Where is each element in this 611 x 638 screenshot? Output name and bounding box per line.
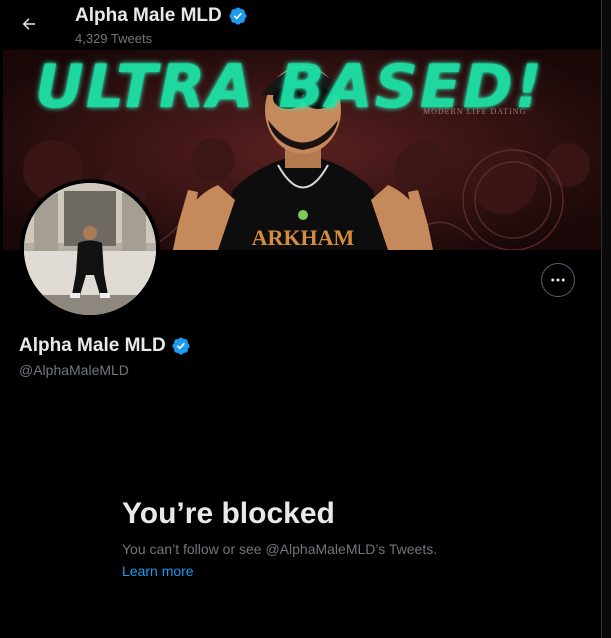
arrow-left-icon [22,18,35,30]
scrollbar-track[interactable] [601,0,611,638]
profile-name-row: Alpha Male MLD [19,335,191,357]
avatar-image [24,183,156,315]
more-options-button[interactable] [541,263,575,297]
blocked-title: You’re blocked [122,497,335,530]
profile-handle: @AlphaMaleMLD [19,362,129,378]
back-button[interactable] [12,7,46,41]
top-header: Alpha Male MLD 4,329 Tweets [0,0,602,50]
verified-badge-icon [229,7,247,25]
avatar[interactable] [20,179,160,319]
banner-subtitle: MODERN LIFE DATING [423,107,527,116]
profile-display-name: Alpha Male MLD [19,335,166,356]
more-horizontal-icon [551,278,565,282]
blocked-message: You can’t follow or see @AlphaMaleMLD’s … [122,541,438,557]
tweet-count: 4,329 Tweets [75,31,153,46]
learn-more-link[interactable]: Learn more [122,563,194,579]
header-title: Alpha Male MLD [75,5,248,27]
verified-badge-icon[interactable] [171,336,191,356]
shirt-text: ARKHAM [252,225,355,250]
header-display-name: Alpha Male MLD [75,5,222,26]
profile-page: Alpha Male MLD 4,329 Tweets ARKHAM ULTRA… [0,0,611,638]
